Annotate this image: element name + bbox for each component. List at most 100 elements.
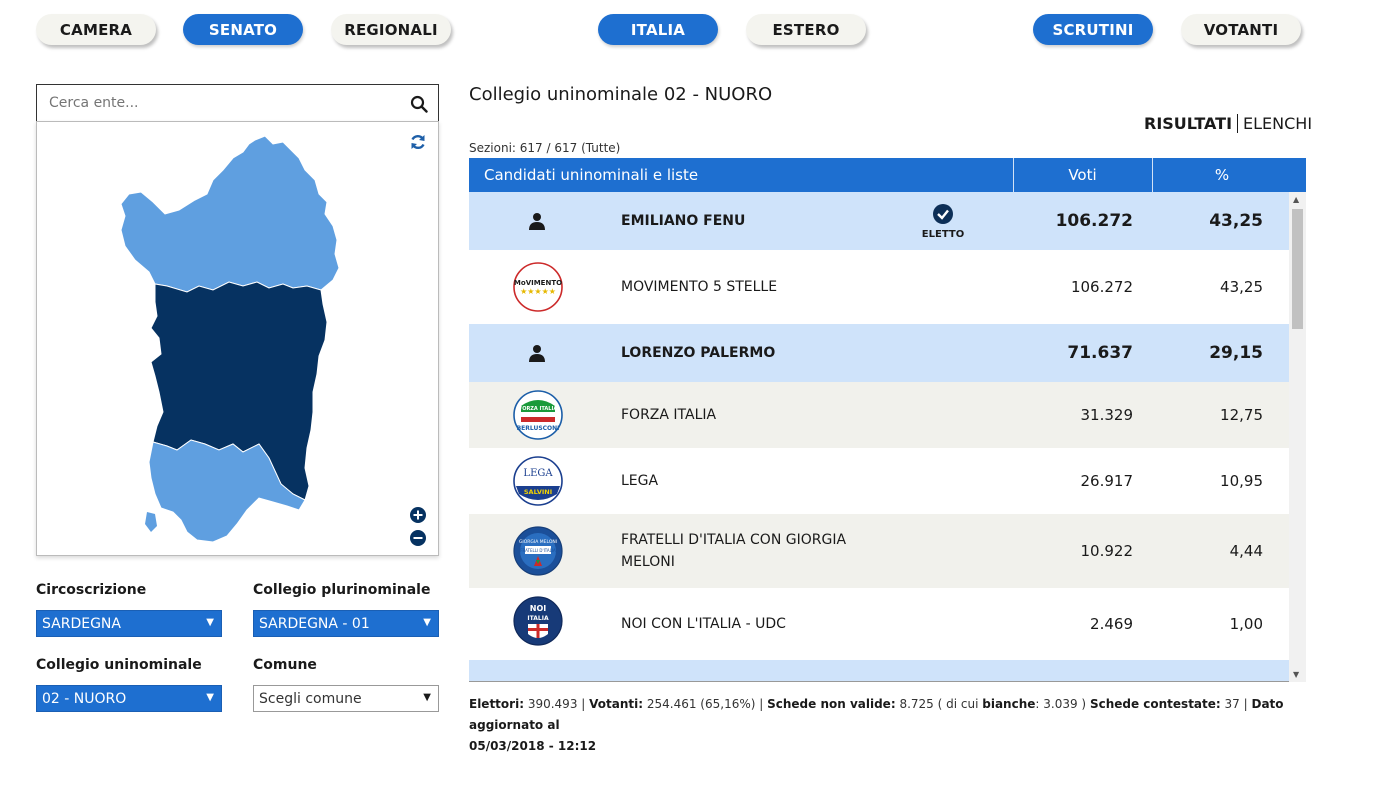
contestate-value: 37 bbox=[1224, 697, 1240, 711]
votes-value: 71.637 bbox=[1067, 343, 1133, 363]
results-scrollbar[interactable]: ▲ ▼ bbox=[1289, 192, 1306, 682]
pct-value: 12,75 bbox=[1220, 406, 1263, 424]
table-row[interactable]: EMILIANO FENU ELETTO 106.272 43,25 bbox=[469, 192, 1289, 250]
circoscrizione-label: Circoscrizione bbox=[36, 582, 147, 598]
refresh-icon[interactable] bbox=[409, 133, 427, 151]
col-candidati: Candidati uninominali e liste bbox=[484, 166, 699, 184]
map-island bbox=[145, 512, 157, 532]
scroll-down-icon[interactable]: ▼ bbox=[1293, 670, 1299, 679]
noi-logo-text: NOI bbox=[530, 604, 546, 613]
uninominale-select[interactable]: 02 - NUORO ▼ bbox=[36, 685, 222, 712]
votes-value: 106.272 bbox=[1055, 211, 1133, 231]
aggiornato-value: 05/03/2018 - 12:12 bbox=[469, 739, 597, 753]
votanti-value: 254.461 (65,16%) bbox=[646, 697, 756, 711]
nav-regionali-button[interactable]: REGIONALI bbox=[331, 14, 451, 45]
nonvalide-label: Schede non valide: bbox=[767, 697, 896, 711]
votes-value: 26.917 bbox=[1080, 472, 1134, 490]
zoom-in-icon[interactable] bbox=[410, 507, 426, 523]
results-table-header: Candidati uninominali e liste Voti % bbox=[469, 158, 1306, 192]
sardinia-map bbox=[120, 135, 340, 543]
votanti-label: Votanti: bbox=[589, 697, 644, 711]
nav-italia-button[interactable]: ITALIA bbox=[598, 14, 718, 45]
comune-value: Scegli comune bbox=[259, 690, 362, 707]
fi-logo-text: FORZA ITALIA bbox=[519, 406, 558, 412]
circoscrizione-select[interactable]: SARDEGNA ▼ bbox=[36, 610, 222, 637]
dropdown-arrow-icon: ▼ bbox=[206, 617, 214, 628]
comune-select[interactable]: Scegli comune ▼ bbox=[253, 685, 439, 712]
eletto-badge: ELETTO bbox=[919, 204, 967, 240]
col-voti: Voti bbox=[1068, 166, 1097, 184]
fdi-logo: GIORGIA MELONI FRATELLI D'ITALIA bbox=[513, 526, 563, 576]
results-footer: Elettori: 390.493 | Votanti: 254.461 (65… bbox=[469, 697, 1284, 753]
search-input[interactable] bbox=[37, 95, 397, 111]
sezioni-count: Sezioni: 617 / 617 (Tutte) bbox=[469, 141, 621, 155]
fdi-logo-text: GIORGIA MELONI bbox=[519, 539, 557, 545]
plurinominale-select[interactable]: SARDEGNA - 01 ▼ bbox=[253, 610, 439, 637]
votes-value: 10.922 bbox=[1080, 542, 1134, 560]
pct-value: 29,15 bbox=[1209, 343, 1263, 363]
comune-label: Comune bbox=[253, 657, 317, 673]
candidate-name: LORENZO PALERMO bbox=[621, 345, 776, 361]
votes-value: 106.272 bbox=[1070, 278, 1133, 296]
nav-camera-button[interactable]: CAMERA bbox=[36, 14, 156, 45]
search-icon[interactable] bbox=[410, 95, 428, 113]
votes-value: 2.469 bbox=[1090, 615, 1133, 633]
table-row[interactable]: MoVIMENTO ★★★★★ MOVIMENTO 5 STELLE 106.2… bbox=[469, 250, 1289, 324]
map-panel bbox=[36, 121, 439, 556]
eletto-label: ELETTO bbox=[921, 229, 965, 240]
fdi-logo-text2: FRATELLI D'ITALIA bbox=[520, 548, 556, 553]
list-name: MOVIMENTO 5 STELLE bbox=[621, 279, 778, 295]
list-name: FORZA ITALIA bbox=[621, 407, 717, 423]
table-row[interactable]: LEGA SALVINI LEGA 26.917 10,95 bbox=[469, 448, 1289, 514]
m5s-stars: ★★★★★ bbox=[520, 287, 556, 296]
elettori-label: Elettori: bbox=[469, 697, 524, 711]
noi-con-italia-logo: NOI ITALIA bbox=[513, 596, 563, 646]
nav-votanti-button[interactable]: VOTANTI bbox=[1181, 14, 1301, 45]
fi-logo-text2: BERLUSCONI bbox=[517, 425, 560, 432]
plurinominale-label: Collegio plurinominale bbox=[253, 582, 431, 598]
person-icon bbox=[529, 213, 545, 230]
dropdown-arrow-icon: ▼ bbox=[423, 692, 431, 703]
contestate-label: Schede contestate: bbox=[1089, 697, 1221, 711]
nav-senato-button[interactable]: SENATO bbox=[183, 14, 303, 45]
results-table: EMILIANO FENU ELETTO 106.272 43,25 MoVIM… bbox=[469, 192, 1306, 682]
zoom-out-icon[interactable] bbox=[410, 530, 426, 546]
col-pct: % bbox=[1214, 166, 1230, 184]
map-region-north[interactable] bbox=[120, 135, 340, 293]
table-row[interactable]: FORZA ITALIA BERLUSCONI FORZA ITALIA 31.… bbox=[469, 382, 1289, 448]
view-tabs: RISULTATI ELENCHI bbox=[1144, 114, 1312, 133]
scrollbar-thumb[interactable] bbox=[1292, 209, 1303, 329]
pct-value: 10,95 bbox=[1220, 472, 1263, 490]
nav-scrutini-button[interactable]: SCRUTINI bbox=[1033, 14, 1153, 45]
page-title: Collegio uninominale 02 - NUORO bbox=[469, 84, 773, 105]
m5s-logo: MoVIMENTO ★★★★★ bbox=[513, 262, 563, 312]
check-circle-icon bbox=[933, 204, 953, 224]
uninominale-label: Collegio uninominale bbox=[36, 657, 202, 673]
table-row[interactable]: NOI ITALIA NOI CON L'ITALIA - UDC 2.469 … bbox=[469, 588, 1289, 660]
m5s-logo-text: MoVIMENTO bbox=[514, 279, 562, 287]
lega-logo-text: LEGA bbox=[523, 468, 553, 479]
dropdown-arrow-icon: ▼ bbox=[206, 692, 214, 703]
nav-estero-button[interactable]: ESTERO bbox=[746, 14, 866, 45]
list-name-line1: FRATELLI D'ITALIA CON GIORGIA bbox=[621, 532, 847, 548]
lega-logo: LEGA SALVINI bbox=[513, 456, 563, 506]
person-icon bbox=[529, 345, 545, 362]
list-name-line2: MELONI bbox=[621, 554, 675, 570]
uninominale-value: 02 - NUORO bbox=[42, 690, 127, 707]
pct-value: 4,44 bbox=[1229, 542, 1263, 560]
candidate-name: EMILIANO FENU bbox=[621, 213, 746, 229]
table-row[interactable] bbox=[469, 660, 1289, 681]
pct-value: 1,00 bbox=[1229, 615, 1263, 633]
table-row[interactable]: LORENZO PALERMO 71.637 29,15 bbox=[469, 324, 1289, 382]
pct-value: 43,25 bbox=[1209, 211, 1263, 231]
forza-italia-logo: FORZA ITALIA BERLUSCONI bbox=[513, 390, 563, 440]
lega-logo-text2: SALVINI bbox=[524, 488, 552, 496]
tab-risultati[interactable]: RISULTATI bbox=[1144, 114, 1239, 133]
bianche-value: : 3.039 ) bbox=[1035, 697, 1087, 711]
list-name: LEGA bbox=[621, 473, 659, 489]
bianche-label: bianche bbox=[982, 697, 1036, 711]
table-row[interactable]: GIORGIA MELONI FRATELLI D'ITALIA FRATELL… bbox=[469, 514, 1289, 588]
scroll-up-icon[interactable]: ▲ bbox=[1293, 195, 1299, 204]
tab-elenchi[interactable]: ELENCHI bbox=[1238, 114, 1312, 133]
pct-value: 43,25 bbox=[1220, 278, 1263, 296]
